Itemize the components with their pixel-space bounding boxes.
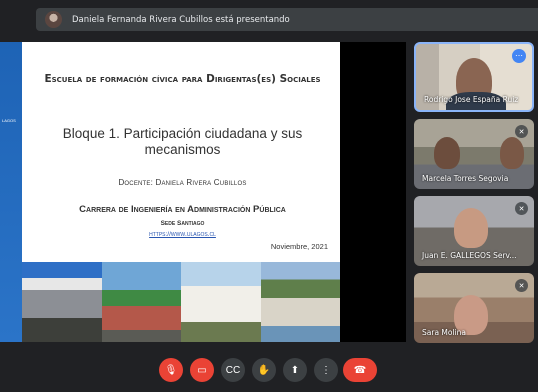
shared-screen: LAGOS Escuela de formación cívica para D…: [0, 42, 340, 342]
slide-photo-strip: [22, 262, 340, 342]
slide-subtitle: Bloque 1. Participación ciudadana y sus …: [62, 126, 303, 157]
hangup-icon[interactable]: ☎: [343, 358, 377, 382]
slide-docente: Docente: Daniela Rivera Cubillos: [118, 178, 247, 187]
mic-off-icon: ✕: [515, 125, 528, 138]
campus-photo: [22, 262, 102, 342]
present-screen-icon[interactable]: ⬆: [283, 358, 307, 382]
participant-name: Sara Molina: [422, 328, 466, 337]
participant-name: Rodrigo Jose España Ruiz: [424, 95, 519, 104]
mic-off-icon[interactable]: 🎙: [159, 358, 183, 382]
presenting-banner: Daniela Fernanda Rivera Cubillos está pr…: [36, 8, 538, 31]
mic-off-icon: ✕: [515, 202, 528, 215]
slide-sede: Sede Santiago: [160, 220, 205, 227]
campus-photo: [101, 262, 181, 342]
meeting-controls: 🎙 ▭ CC ✋ ⬆ ⋮ ☎: [0, 348, 538, 392]
participant-video: [434, 137, 460, 169]
participant-name: Marcela Torres Segovia: [422, 174, 509, 183]
more-icon[interactable]: ⋯: [512, 49, 526, 63]
camera-off-icon[interactable]: ▭: [190, 358, 214, 382]
captions-icon[interactable]: CC: [221, 358, 245, 382]
presentation-margin: [340, 42, 406, 342]
city-photo: [260, 262, 340, 342]
more-vert-icon[interactable]: ⋮: [314, 358, 338, 382]
slide-date: Noviembre, 2021: [270, 242, 328, 251]
slide-url: https://www.ulagos.cl: [149, 231, 216, 238]
participant-video: [454, 208, 488, 248]
participant-video: [500, 137, 524, 169]
slide-sidebar-text: LAGOS: [2, 118, 16, 123]
participant-name: Juan E. GALLEGOS Serv...: [422, 251, 517, 260]
participant-tile[interactable]: ⋯ Rodrigo Jose España Ruiz: [414, 42, 534, 112]
slide-left-strip: LAGOS: [0, 42, 22, 342]
campus-photo: [181, 262, 261, 342]
participant-tile[interactable]: ✕ Juan E. GALLEGOS Serv...: [414, 196, 534, 266]
slide-carrera: Carrera de Ingeniería en Administración …: [79, 204, 286, 215]
participant-tile[interactable]: ✕ Marcela Torres Segovia: [414, 119, 534, 189]
mic-off-icon: ✕: [515, 279, 528, 292]
presenting-text: Daniela Fernanda Rivera Cubillos está pr…: [72, 14, 290, 25]
participant-tile[interactable]: ✕ Sara Molina: [414, 273, 534, 343]
slide-title: Escuela de formación cívica para Dirigen…: [44, 73, 321, 85]
avatar: [45, 11, 62, 28]
raise-hand-icon[interactable]: ✋: [252, 358, 276, 382]
